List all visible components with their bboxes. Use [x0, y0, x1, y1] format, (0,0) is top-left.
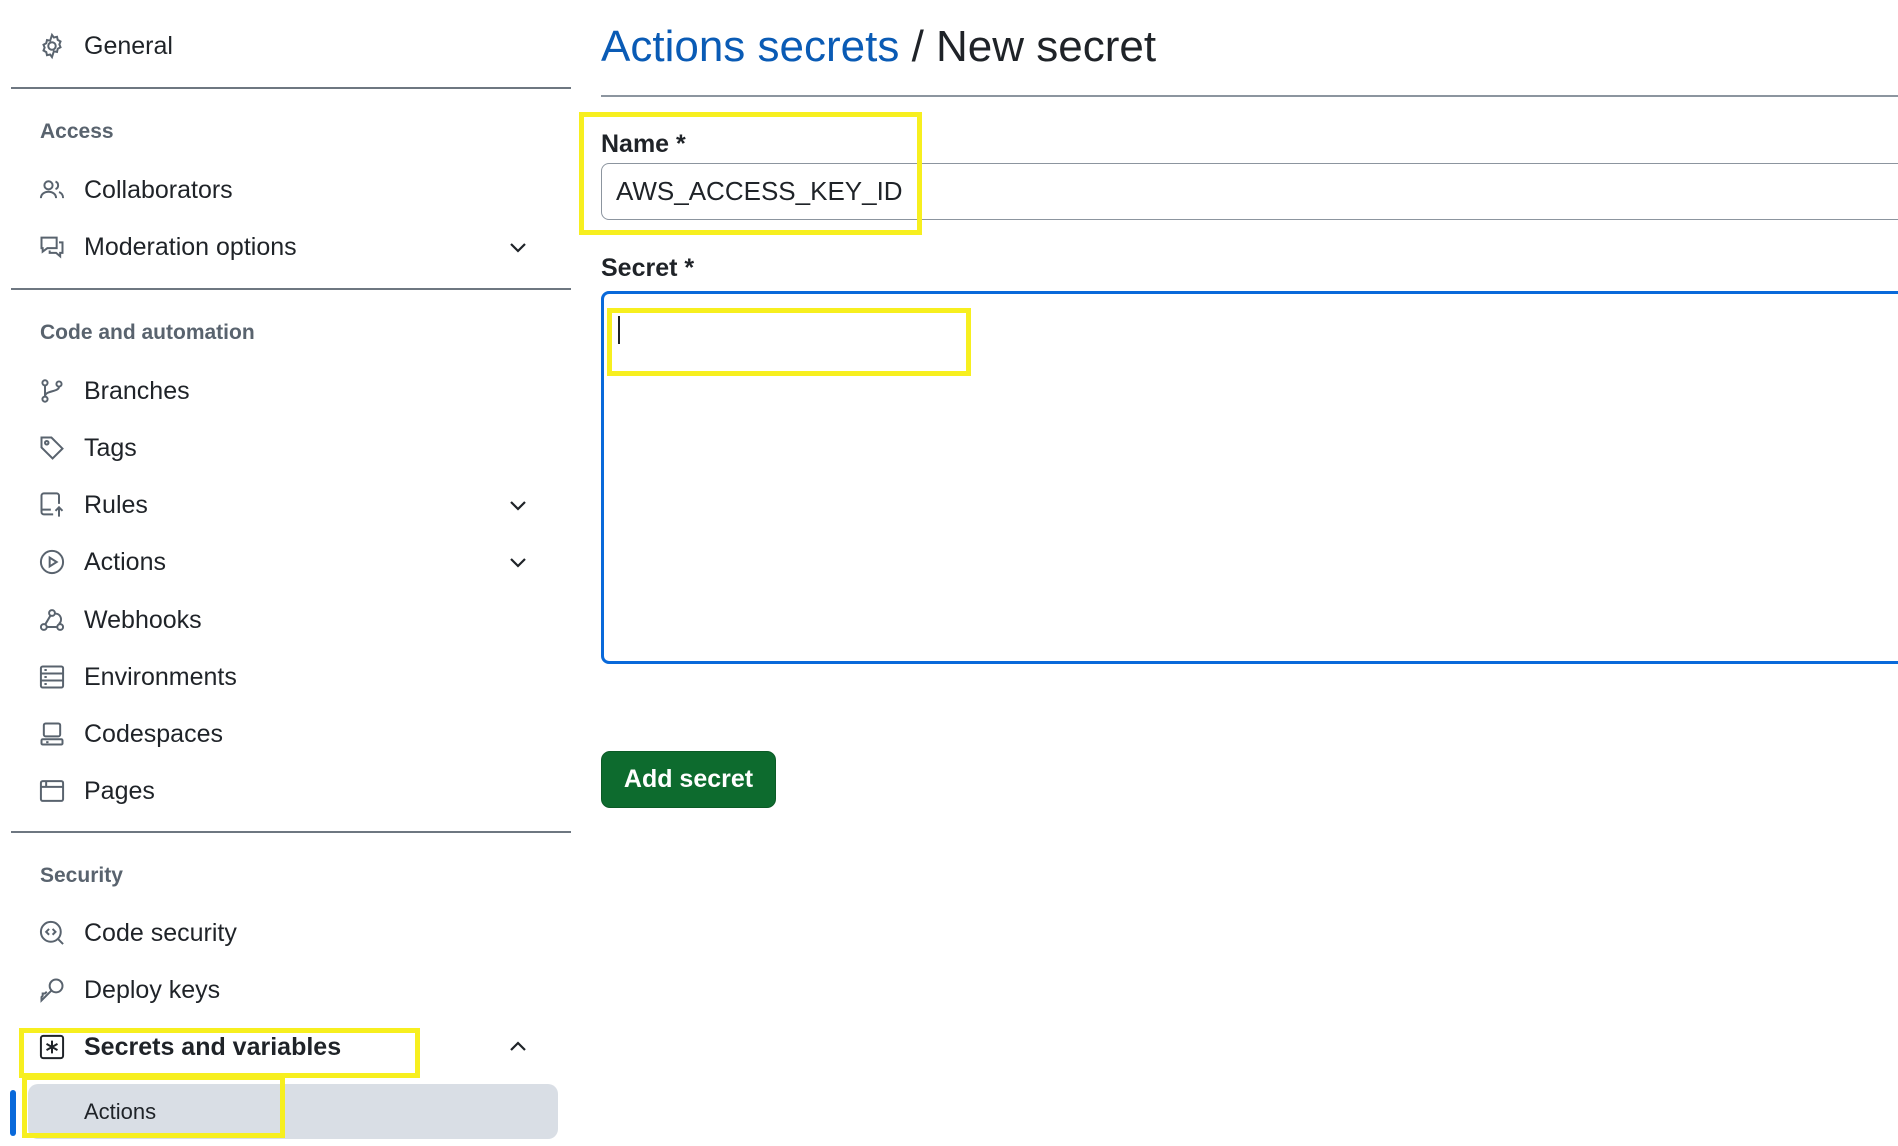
sidebar-item-deploy-keys[interactable]: Deploy keys	[30, 966, 560, 1014]
sidebar-item-moderation[interactable]: Moderation options	[30, 223, 560, 271]
server-icon	[38, 663, 66, 691]
sidebar-subitem-actions[interactable]: Actions	[28, 1084, 558, 1139]
chevron-up-icon[interactable]	[506, 1035, 530, 1059]
codescan-icon	[38, 919, 66, 947]
tag-icon	[38, 434, 66, 462]
git-branch-icon	[38, 377, 66, 405]
secret-textarea[interactable]	[601, 291, 1898, 664]
people-icon	[38, 176, 66, 204]
secret-label: Secret *	[601, 254, 695, 282]
active-indicator	[10, 1090, 16, 1136]
comment-discussion-icon	[38, 233, 66, 261]
sidebar-item-label: Collaborators	[84, 175, 233, 204]
sidebar-item-label: Branches	[84, 376, 190, 405]
sidebar-item-environments[interactable]: Environments	[30, 653, 560, 701]
breadcrumb: Actions secrets / New secret	[601, 22, 1156, 72]
name-label: Name *	[601, 130, 686, 158]
sidebar-divider	[11, 87, 571, 89]
browser-icon	[38, 777, 66, 805]
sidebar-item-label: Pages	[84, 776, 155, 805]
sidebar-item-collaborators[interactable]: Collaborators	[30, 166, 560, 214]
sidebar-item-pages[interactable]: Pages	[30, 767, 560, 815]
asterisk-icon	[38, 1033, 66, 1061]
webhook-icon	[38, 606, 66, 634]
sidebar-item-code-security[interactable]: Code security	[30, 909, 560, 957]
sidebar-item-branches[interactable]: Branches	[30, 367, 560, 415]
sidebar-subitem-label: Actions	[84, 1099, 157, 1124]
sidebar-item-label: Secrets and variables	[84, 1032, 342, 1061]
sidebar-item-label: Actions	[84, 547, 166, 576]
text-caret	[618, 316, 620, 344]
breadcrumb-link-actions-secrets[interactable]: Actions secrets	[601, 22, 899, 71]
sidebar-item-general[interactable]: General	[30, 22, 560, 70]
sidebar-item-label: General	[84, 31, 173, 60]
breadcrumb-separator: /	[899, 22, 937, 71]
group-label-security: Security	[40, 864, 123, 887]
group-label-access: Access	[40, 120, 114, 143]
chevron-down-icon[interactable]	[506, 550, 530, 574]
sidebar-item-label: Tags	[84, 433, 137, 462]
key-icon	[38, 976, 66, 1004]
sidebar-item-label: Environments	[84, 662, 237, 691]
sidebar-item-secrets-variables[interactable]: Secrets and variables	[30, 1023, 560, 1071]
sidebar-item-webhooks[interactable]: Webhooks	[30, 596, 560, 644]
sidebar-item-label: Moderation options	[84, 232, 297, 261]
sidebar-divider	[11, 831, 571, 833]
add-secret-button[interactable]: Add secret	[601, 751, 776, 808]
chevron-down-icon[interactable]	[506, 493, 530, 517]
sidebar-item-rules[interactable]: Rules	[30, 481, 560, 529]
group-label-code-automation: Code and automation	[40, 321, 255, 344]
sidebar-item-label: Codespaces	[84, 719, 223, 748]
sidebar-divider	[11, 288, 571, 290]
sidebar-item-label: Code security	[84, 918, 237, 947]
repo-push-icon	[38, 491, 66, 519]
settings-sidebar: General Access Collaborators Moderation …	[0, 0, 575, 1146]
chevron-down-icon[interactable]	[506, 235, 530, 259]
codespaces-icon	[38, 720, 66, 748]
gear-icon	[38, 32, 66, 60]
play-icon	[38, 548, 66, 576]
name-input[interactable]	[601, 163, 1898, 220]
sidebar-item-tags[interactable]: Tags	[30, 424, 560, 472]
sidebar-item-label: Rules	[84, 490, 148, 519]
sidebar-item-codespaces[interactable]: Codespaces	[30, 710, 560, 758]
page-title: New secret	[936, 22, 1157, 71]
sidebar-item-actions[interactable]: Actions	[30, 538, 560, 586]
sidebar-item-label: Deploy keys	[84, 975, 221, 1004]
header-divider	[601, 95, 1898, 97]
sidebar-item-label: Webhooks	[84, 605, 202, 634]
